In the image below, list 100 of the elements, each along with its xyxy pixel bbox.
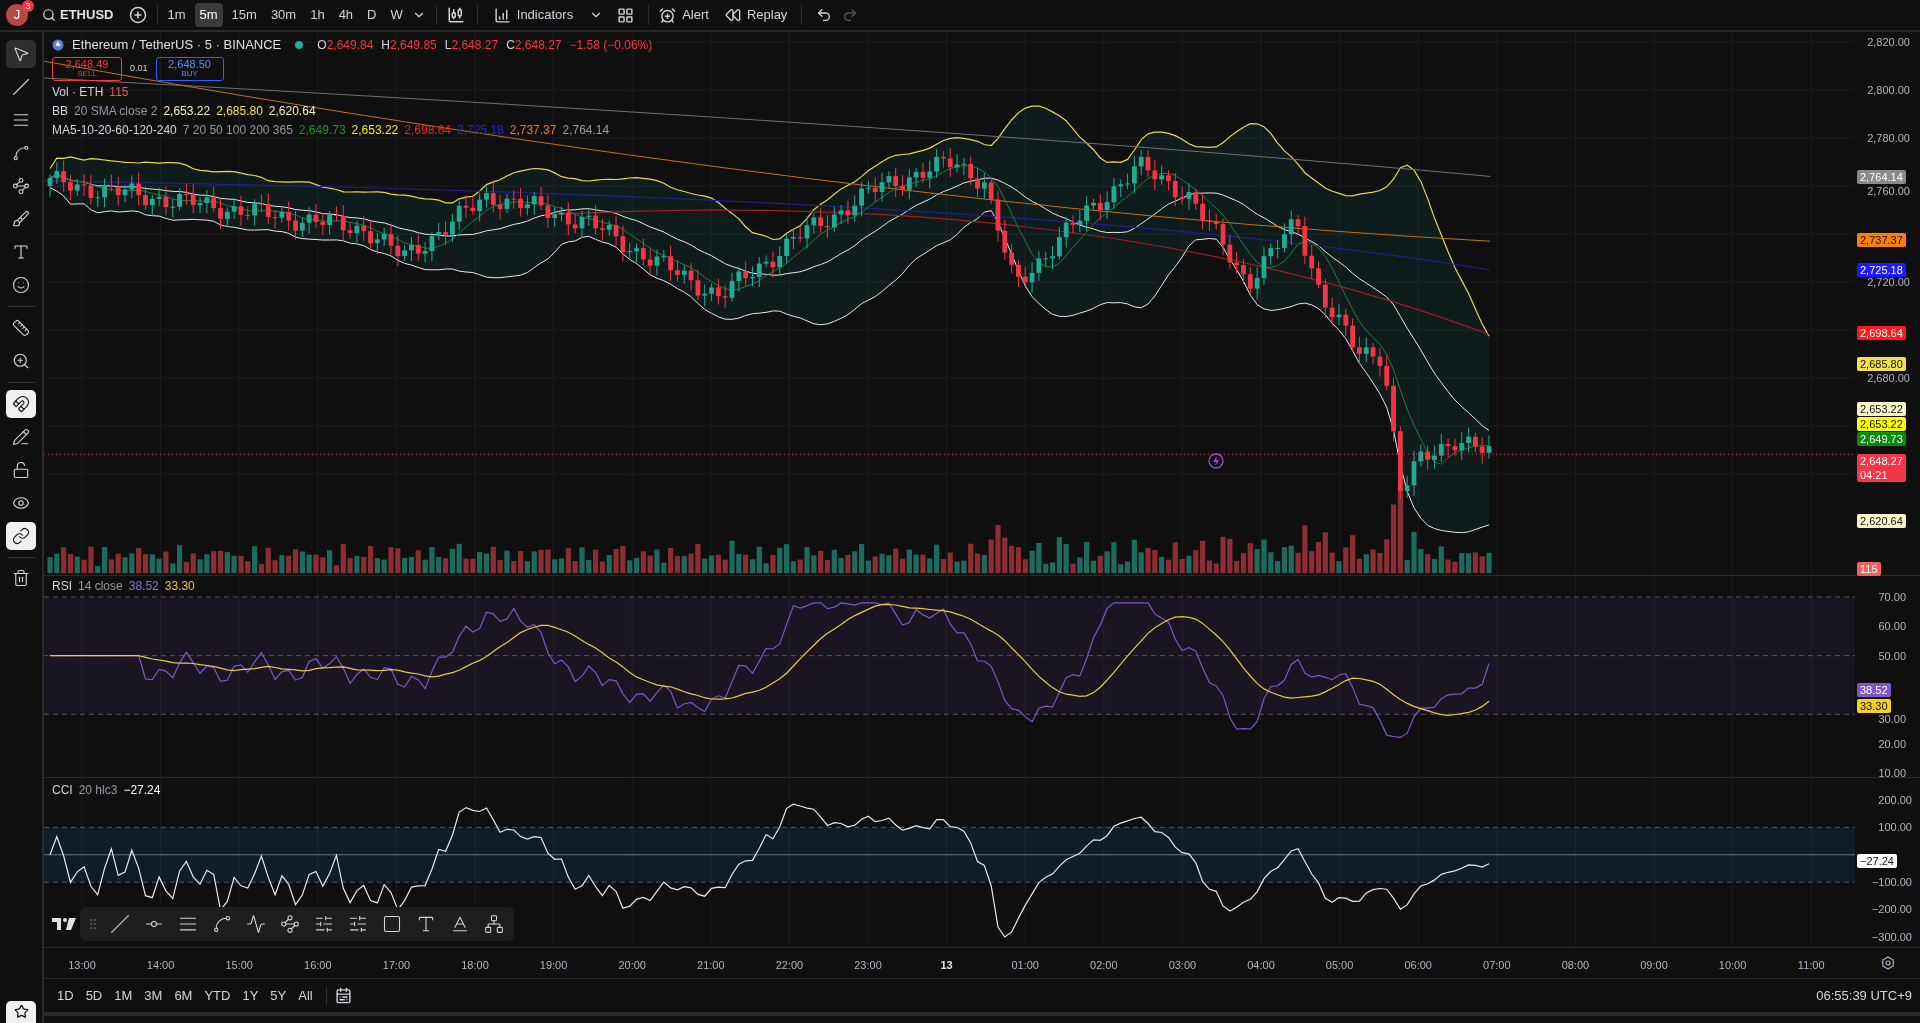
- replay-button[interactable]: Replay: [718, 2, 794, 28]
- waypoints-icon: [280, 914, 300, 934]
- toggle-button[interactable]: [6, 522, 36, 550]
- time-axis-label: 20:00: [617, 958, 647, 973]
- candles-icon[interactable]: [446, 6, 465, 24]
- indicator-value: 2,620.64: [268, 103, 316, 119]
- time-axis-label: 17:00: [381, 958, 412, 973]
- price-axis-label: 2,720.00: [1867, 276, 1910, 289]
- range-button[interactable]: 1Y: [237, 983, 264, 1008]
- spread-value: 0.01: [130, 62, 148, 76]
- price-tag: 115: [1857, 562, 1881, 576]
- ohlc-label: C: [506, 37, 515, 54]
- symbol-title[interactable]: Ethereum / TetherUS · 5 · BINANCE: [72, 36, 282, 54]
- rsi-axis-label: 70.00: [1878, 590, 1906, 604]
- range-button[interactable]: 1M: [109, 983, 138, 1008]
- sell-button[interactable]: 2,648.49 SELL: [52, 57, 122, 81]
- indicator-params: 20 hlc3: [78, 782, 118, 798]
- indicator-name: CCI: [52, 782, 73, 798]
- price-axis-label: 2,800.00: [1867, 83, 1910, 97]
- time-axis-label: 14:00: [145, 958, 176, 973]
- price-tag: 2,764.14: [1857, 170, 1906, 184]
- add-icon[interactable]: [129, 6, 148, 24]
- nodes-icon: [12, 177, 30, 195]
- lightning-icon[interactable]: [1208, 453, 1224, 469]
- logo-icon: [52, 918, 76, 930]
- price-tag: 2,725.18: [1857, 263, 1906, 277]
- indicator-value: 2,764.14: [562, 122, 610, 138]
- indicator-value: −27.24: [123, 782, 161, 798]
- interval-button[interactable]: 5m: [194, 3, 223, 27]
- star-icon: [13, 1004, 29, 1019]
- cci-axis-label: 100.00: [1878, 820, 1912, 834]
- indicator-params: 20 SMA close 2: [74, 103, 158, 119]
- horizontal-lines-icon: [12, 111, 30, 129]
- price-axis-label: 2,780.00: [1867, 131, 1910, 145]
- interval-button[interactable]: D: [362, 3, 382, 27]
- indicator-value: 38.52: [128, 578, 159, 594]
- interval-button[interactable]: 1m: [162, 3, 191, 27]
- range-button[interactable]: All: [293, 983, 318, 1008]
- toggle-button[interactable]: [6, 390, 36, 418]
- indicator-params: 7 20 50 100 200 365: [182, 122, 293, 138]
- alert-button[interactable]: Alert: [653, 2, 715, 28]
- time-axis-label: 08:00: [1560, 958, 1591, 973]
- price-tag: 33.30: [1857, 699, 1891, 713]
- interval-button[interactable]: 30m: [265, 3, 302, 27]
- time-axis-label: 09:00: [1639, 958, 1669, 973]
- trash-icon[interactable]: [12, 569, 30, 587]
- indicator-name: BB: [52, 103, 68, 119]
- time-axis-label: 21:00: [696, 958, 726, 973]
- indicators-button[interactable]: Indicators: [489, 2, 578, 28]
- range-button[interactable]: 5D: [80, 983, 108, 1008]
- rectangle-icon: [382, 914, 402, 934]
- ruler-icon: [12, 319, 30, 337]
- time-axis-label: 01:00: [1010, 958, 1040, 973]
- text-icon: [12, 243, 30, 261]
- brush-icon: [12, 210, 30, 228]
- interval-button[interactable]: 4h: [333, 3, 359, 27]
- range-button[interactable]: 5Y: [265, 983, 292, 1008]
- drawing-tool-button[interactable]: [6, 40, 36, 68]
- time-axis-label: 05:00: [1324, 958, 1355, 973]
- time-axis-label: 18:00: [460, 958, 490, 973]
- indicator-value: 2,725.18: [457, 122, 504, 138]
- buy-button[interactable]: 2,648.50 BUY: [155, 57, 224, 81]
- cci-axis-label: −100.00: [1871, 875, 1912, 889]
- pattern-icon: [12, 144, 30, 162]
- alarm-icon: [659, 6, 677, 24]
- rsi-axis-label: 50.00: [1878, 649, 1906, 663]
- fork-icon: [484, 914, 504, 934]
- pencil-icon: [12, 428, 30, 446]
- interval-button[interactable]: W: [385, 3, 408, 27]
- cci-axis-label: −200.00: [1871, 902, 1912, 916]
- undo-icon[interactable]: [816, 7, 833, 23]
- cci-axis-label: 200.00: [1878, 793, 1912, 807]
- range-button[interactable]: YTD: [199, 983, 236, 1008]
- settings-icon[interactable]: [1880, 956, 1895, 970]
- time-axis-label: 13:00: [67, 958, 97, 973]
- cursor-icon: [12, 45, 30, 63]
- time-axis-label: 02:00: [1089, 958, 1119, 973]
- line-icon: [110, 914, 130, 934]
- eye-icon: [12, 494, 30, 512]
- range-button[interactable]: 3M: [139, 983, 168, 1008]
- ohlc-label: L: [444, 37, 452, 54]
- interval-button[interactable]: 1h: [305, 3, 330, 27]
- indicator-value: 2,737.37: [509, 122, 557, 138]
- favorite-button[interactable]: [6, 1001, 36, 1023]
- calendar-icon[interactable]: [334, 987, 352, 1004]
- rsi-axis-label: 30.00: [1878, 712, 1906, 726]
- rsi-axis-label: 10.00: [1878, 766, 1906, 780]
- time-axis-label: 03:00: [1167, 958, 1198, 973]
- indicator-value: 33.30: [164, 578, 195, 594]
- smile-icon: [12, 276, 30, 294]
- interval-button[interactable]: 15m: [226, 3, 262, 27]
- symbol-search[interactable]: ETHUSD: [36, 2, 120, 28]
- indicator-value: 2,653.22: [351, 122, 399, 138]
- lock-icon: [12, 461, 30, 479]
- time-axis-label: 16:00: [303, 958, 333, 973]
- layout-icon[interactable]: [617, 6, 635, 24]
- range-button[interactable]: 6M: [169, 983, 198, 1008]
- rsi-axis-label: 60.00: [1878, 619, 1906, 633]
- range-button[interactable]: 1D: [52, 983, 79, 1008]
- indicator-name: RSI: [52, 578, 72, 594]
